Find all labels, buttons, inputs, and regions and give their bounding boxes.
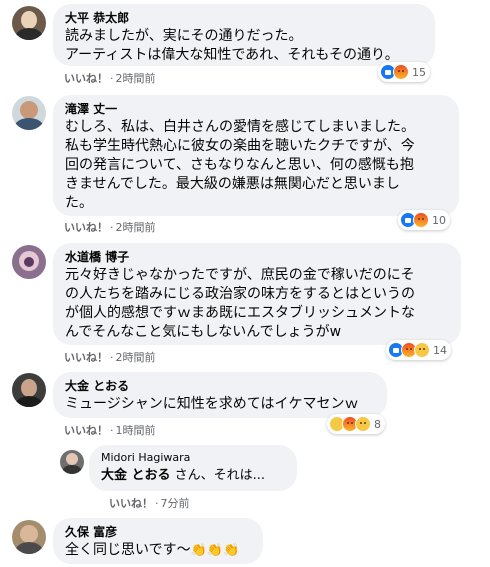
comment-author[interactable]: 大金 とおる	[65, 378, 375, 394]
comment-bubble: 滝澤 丈一 むしろ、私は、白井さんの愛情を感じてしまいました。 私も学生時代熱心…	[53, 95, 459, 216]
reaction-count: 15	[412, 65, 426, 79]
reply-text: 大金 とおる さん、それは...	[101, 466, 285, 485]
reply-author[interactable]: Midori Hagiwara	[101, 450, 285, 465]
reaction-summary[interactable]: 15	[378, 62, 430, 82]
sad-reaction-icon	[414, 342, 430, 358]
timestamp[interactable]: 2時間前	[116, 72, 156, 85]
angry-reaction-icon	[413, 212, 429, 228]
like-link[interactable]: いいね！	[64, 351, 108, 364]
timestamp[interactable]: 7分前	[161, 497, 190, 510]
comment-body: 全く同じ思いです〜	[65, 542, 191, 558]
angry-reaction-icon	[393, 64, 409, 80]
comment-author[interactable]: 大平 恭太郎	[65, 10, 423, 26]
reaction-summary[interactable]: 8	[327, 414, 385, 434]
comment-meta: いいね！ · 1時間前	[64, 424, 156, 437]
comment-bubble: 水道橋 博子 元々好きじゃなかったですが、庶民の金で稼いだのにそ の人たちを踏み…	[53, 243, 461, 345]
like-link[interactable]: いいね！	[64, 424, 108, 437]
reaction-summary[interactable]: 10	[398, 210, 450, 230]
comment-meta: いいね！ · 2時間前	[64, 221, 156, 234]
like-link[interactable]: いいね！	[64, 72, 108, 85]
avatar[interactable]	[12, 245, 46, 279]
like-link[interactable]: いいね！	[109, 497, 153, 510]
comment-text: 全く同じ思いです〜👏👏👏	[65, 541, 251, 560]
clapping-hands-icon: 👏👏👏	[190, 543, 240, 558]
comment-text: 読みましたが、実にその通りだった。 アーティストは偉大な知性であれ、それもその通…	[65, 28, 399, 63]
like-link[interactable]: いいね！	[64, 221, 108, 234]
comment-meta: いいね！ · 2時間前	[64, 72, 156, 85]
reply-bubble: Midori Hagiwara 大金 とおる さん、それは...	[89, 445, 297, 491]
reaction-count: 14	[433, 343, 447, 357]
timestamp[interactable]: 1時間前	[116, 424, 156, 437]
timestamp[interactable]: 2時間前	[116, 221, 156, 234]
comment-author[interactable]: 滝澤 丈一	[65, 101, 447, 117]
comment-author[interactable]: 久保 富彦	[65, 524, 251, 540]
comment-bubble: 久保 富彦 全く同じ思いです〜👏👏👏	[53, 518, 263, 564]
comment-bubble: 大金 とおる ミュージシャンに知性を求めてはイケマセンｗ	[53, 372, 387, 418]
comment-text: ミュージシャンに知性を求めてはイケマセンｗ	[65, 396, 359, 412]
comment-bubble: 大平 恭太郎 読みましたが、実にその通りだった。 アーティストは偉大な知性であれ…	[53, 4, 435, 66]
reply-meta: いいね！ · 7分前	[109, 497, 190, 510]
comment-text: 元々好きじゃなかったですが、庶民の金で稼いだのにそ の人たちを踏みにじる政治家の…	[65, 267, 415, 340]
reply-body: さん、それは...	[170, 468, 266, 483]
avatar[interactable]	[60, 450, 84, 474]
timestamp[interactable]: 2時間前	[116, 351, 156, 364]
reaction-summary[interactable]: 14	[386, 340, 451, 360]
wow-reaction-icon	[355, 416, 371, 432]
comment-meta: いいね！ · 2時間前	[64, 351, 156, 364]
avatar[interactable]	[12, 520, 46, 554]
reply-mention[interactable]: 大金 とおる	[101, 468, 171, 483]
avatar[interactable]	[12, 96, 46, 130]
reaction-count: 8	[374, 417, 381, 431]
avatar[interactable]	[12, 6, 46, 40]
reaction-count: 10	[432, 213, 446, 227]
comment-author[interactable]: 水道橋 博子	[65, 249, 449, 265]
comment-text: むしろ、私は、白井さんの愛情を感じてしまいました。 私も学生時代熱心に彼女の楽曲…	[65, 119, 415, 211]
avatar[interactable]	[12, 373, 46, 407]
